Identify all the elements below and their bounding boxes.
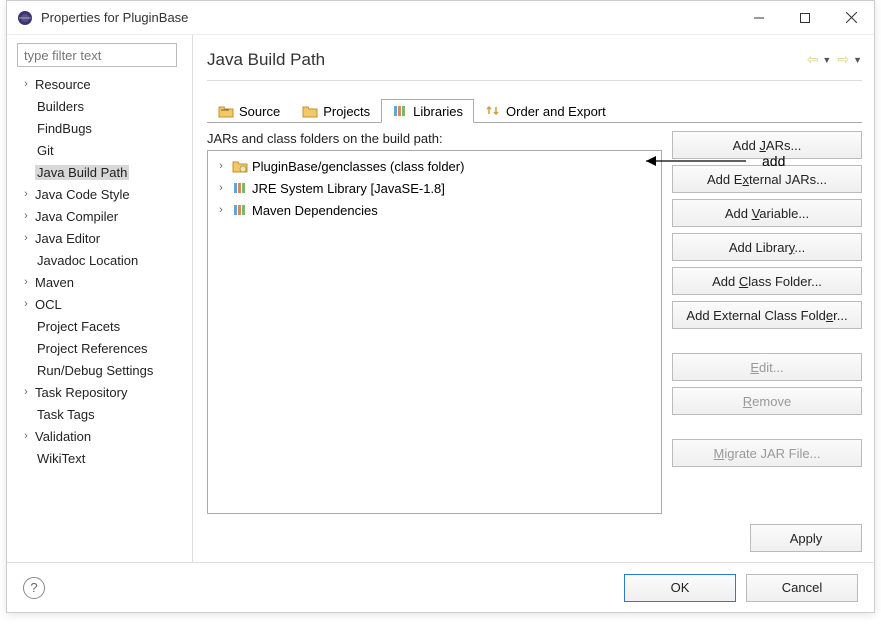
eclipse-icon: [17, 10, 33, 26]
tab-source[interactable]: Source: [207, 99, 291, 123]
sidebar-item-java-compiler[interactable]: ›Java Compiler: [17, 205, 186, 227]
remove-button: Remove: [672, 387, 862, 415]
library-icon: [392, 103, 408, 119]
list-label: JARs and class folders on the build path…: [207, 131, 662, 146]
sidebar-item-maven[interactable]: ›Maven: [17, 271, 186, 293]
back-dropdown-icon[interactable]: ▼: [822, 55, 831, 65]
sidebar-item-ocl[interactable]: ›OCL: [17, 293, 186, 315]
tab-projects[interactable]: Projects: [291, 99, 381, 123]
window-title: Properties for PluginBase: [41, 10, 736, 25]
nav-history: ⇦▼ ⇨▼: [805, 51, 862, 68]
add-external-class-folder-button[interactable]: Add External Class Folder...: [672, 301, 862, 329]
forward-arrow-icon[interactable]: ⇨: [835, 51, 851, 68]
tab-libraries[interactable]: Libraries: [381, 99, 474, 123]
sidebar-item-wikitext[interactable]: WikiText: [17, 447, 186, 469]
add-variable-button[interactable]: Add Variable...: [672, 199, 862, 227]
classpath-listbox[interactable]: › PluginBase/genclasses (class folder) ›…: [207, 150, 662, 514]
sidebar-item-resource[interactable]: ›Resource: [17, 73, 186, 95]
category-sidebar: ›Resource Builders FindBugs Git Java Bui…: [7, 35, 193, 562]
sidebar-item-project-facets[interactable]: Project Facets: [17, 315, 186, 337]
list-item-classfolder[interactable]: › PluginBase/genclasses (class folder): [214, 155, 655, 177]
sidebar-item-task-repository[interactable]: ›Task Repository: [17, 381, 186, 403]
sidebar-item-project-references[interactable]: Project References: [17, 337, 186, 359]
migrate-jar-button: Migrate JAR File...: [672, 439, 862, 467]
edit-button: Edit...: [672, 353, 862, 381]
sidebar-item-git[interactable]: Git: [17, 139, 186, 161]
close-button[interactable]: [828, 1, 874, 35]
annotation-arrow: add: [646, 152, 785, 170]
list-item-jre[interactable]: › JRE System Library [JavaSE-1.8]: [214, 177, 655, 199]
add-class-folder-button[interactable]: Add Class Folder...: [672, 267, 862, 295]
list-item-maven-deps[interactable]: › Maven Dependencies: [214, 199, 655, 221]
sidebar-item-run-debug-settings[interactable]: Run/Debug Settings: [17, 359, 186, 381]
help-button[interactable]: ?: [23, 577, 45, 599]
button-column: Add JARs... Add External JARs... Add Var…: [672, 131, 862, 514]
back-arrow-icon[interactable]: ⇦: [805, 51, 821, 68]
page-title: Java Build Path: [207, 50, 805, 70]
minimize-button[interactable]: [736, 1, 782, 35]
main-panel: Java Build Path ⇦▼ ⇨▼ Source Projects L: [193, 35, 874, 562]
properties-dialog: Properties for PluginBase ›Resource Buil…: [6, 0, 875, 613]
forward-dropdown-icon[interactable]: ▼: [853, 55, 862, 65]
apply-button[interactable]: Apply: [750, 524, 862, 552]
order-export-icon: [485, 103, 501, 119]
tab-row: Source Projects Libraries Order and Expo…: [207, 99, 862, 123]
titlebar: Properties for PluginBase: [7, 1, 874, 35]
tab-order-export[interactable]: Order and Export: [474, 99, 617, 123]
sidebar-item-findbugs[interactable]: FindBugs: [17, 117, 186, 139]
annotation-label: add: [762, 153, 785, 169]
ok-button[interactable]: OK: [624, 574, 736, 602]
cancel-button[interactable]: Cancel: [746, 574, 858, 602]
dialog-footer: ? OK Cancel: [7, 562, 874, 612]
add-library-button[interactable]: Add Library...: [672, 233, 862, 261]
sidebar-item-builders[interactable]: Builders: [17, 95, 186, 117]
source-folder-icon: [218, 103, 234, 119]
sidebar-item-task-tags[interactable]: Task Tags: [17, 403, 186, 425]
projects-folder-icon: [302, 103, 318, 119]
classfolder-icon: [232, 158, 248, 174]
maximize-button[interactable]: [782, 1, 828, 35]
sidebar-item-javadoc-location[interactable]: Javadoc Location: [17, 249, 186, 271]
sidebar-item-java-editor[interactable]: ›Java Editor: [17, 227, 186, 249]
sidebar-item-java-build-path[interactable]: Java Build Path: [17, 161, 186, 183]
filter-input[interactable]: [17, 43, 177, 67]
library-stack-icon: [232, 202, 248, 218]
sidebar-item-java-code-style[interactable]: ›Java Code Style: [17, 183, 186, 205]
sidebar-item-validation[interactable]: ›Validation: [17, 425, 186, 447]
library-stack-icon: [232, 180, 248, 196]
